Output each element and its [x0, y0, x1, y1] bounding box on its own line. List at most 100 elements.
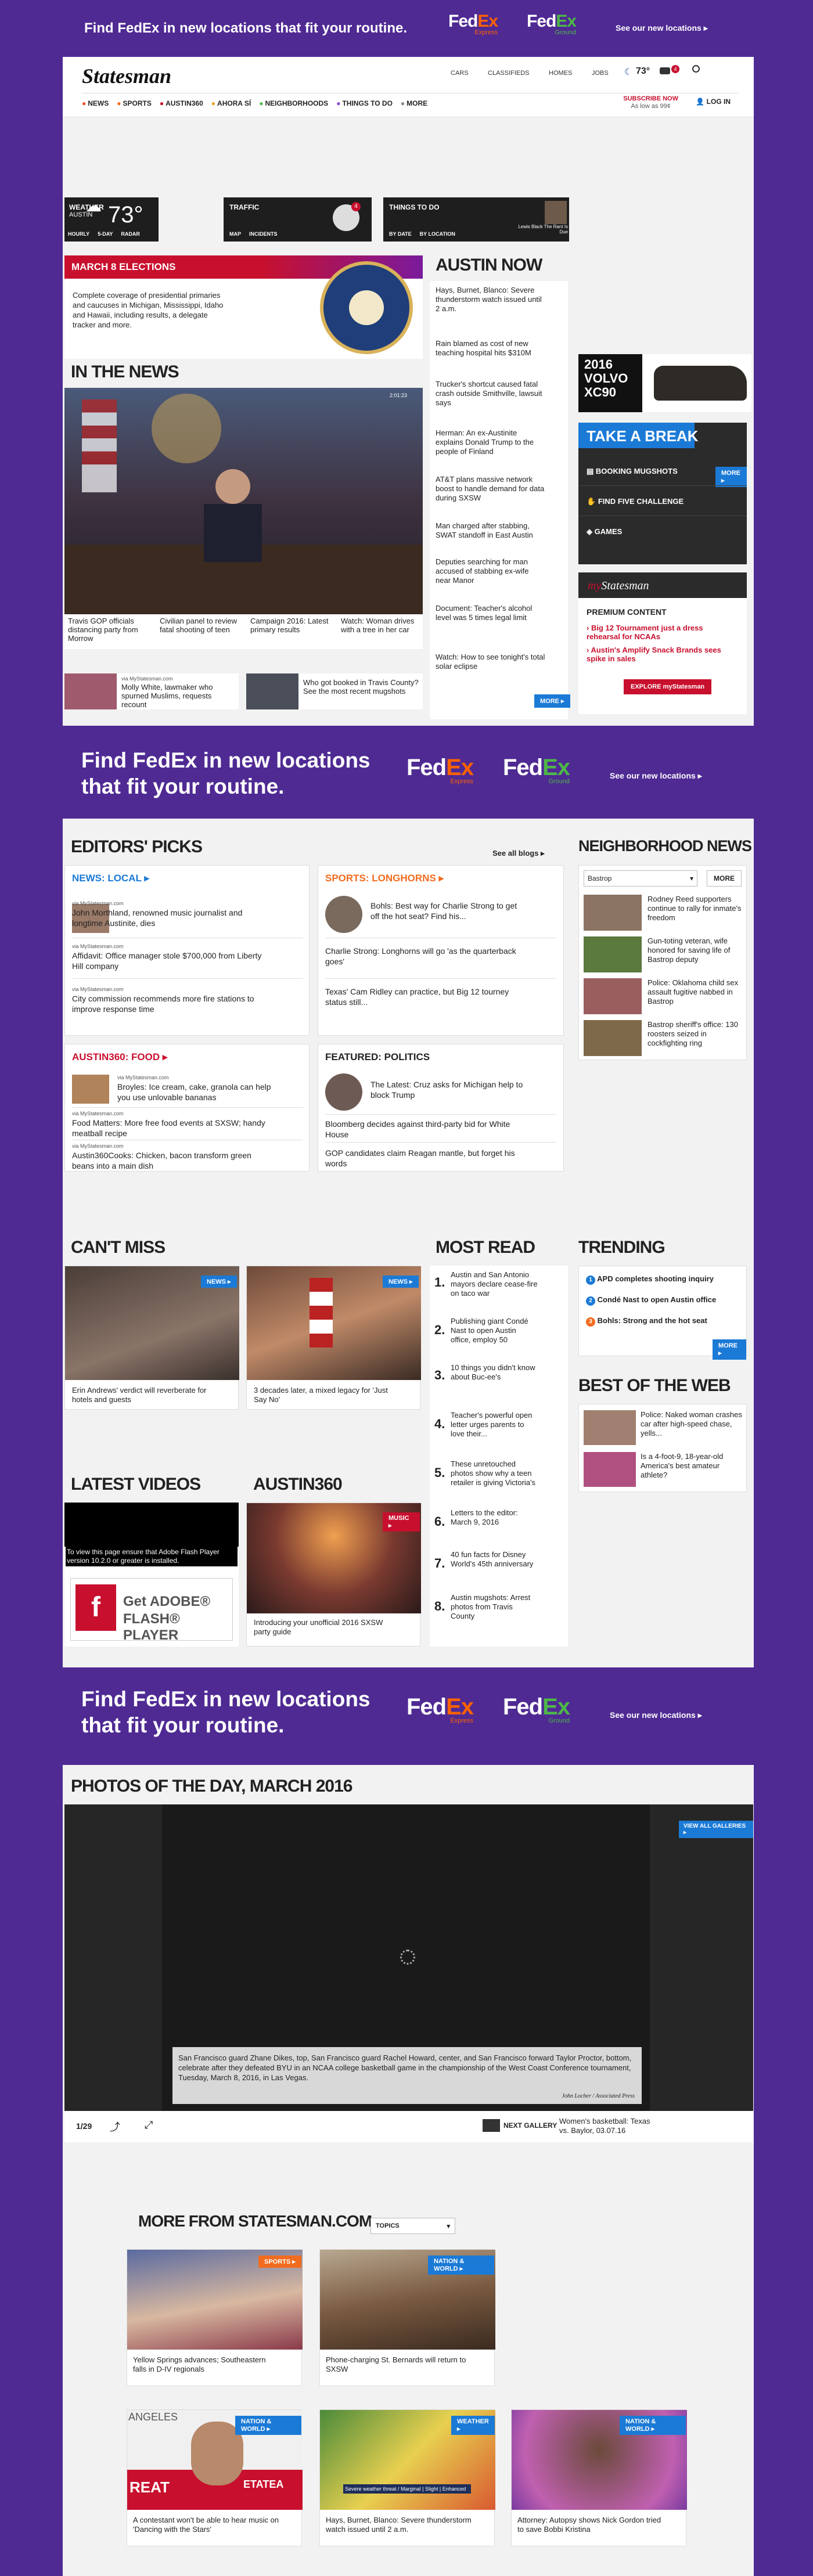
neighborhood-item[interactable]: Rodney Reed supporters continue to rally… [647, 895, 743, 923]
news-link[interactable]: Campaign 2016: Latest primary results [250, 617, 332, 634]
things-to-do-widget[interactable]: THINGS TO DO Lewis Black The Rant Is Due… [383, 197, 569, 242]
header-temp[interactable]: 73° [636, 66, 650, 77]
more-from-card[interactable]: NATION & WORLD ▸ Attorney: Autopsy shows… [511, 2409, 687, 2546]
most-read-item[interactable]: 40 fun facts for Disney World's 45th ann… [451, 1550, 538, 1569]
nav-sports[interactable]: ● SPORTS [117, 99, 152, 107]
austin360-food-title[interactable]: AUSTIN360: FOOD ▸ [72, 1051, 167, 1063]
most-read-item[interactable]: Austin mugshots: Arrest photos from Trav… [451, 1593, 538, 1621]
fedex-mid-banner-2[interactable]: Find FedEx in new locations that fit you… [0, 1672, 813, 1765]
austin-now-item[interactable]: Herman: An ex-Austinite explains Donald … [436, 428, 546, 456]
nav-more[interactable]: ● MORE [401, 99, 427, 107]
austin-now-item[interactable]: Man charged after stabbing, SWAT standof… [436, 521, 546, 540]
booking-mugshots-link[interactable]: ▤ BOOKING MUGSHOTS [587, 467, 678, 476]
cant-miss-card[interactable]: NEWS ▸ 3 decades later, a mixed legacy f… [246, 1266, 421, 1410]
neighborhood-item[interactable]: Police: Oklahoma child sex assault fugit… [647, 978, 743, 1006]
trending-item[interactable]: 3 Bohls: Strong and the hot seat [586, 1316, 707, 1327]
elections-banner[interactable]: MARCH 8 ELECTIONS Complete coverage of p… [64, 255, 423, 359]
share-icon[interactable]: ⤴ [110, 2119, 120, 2134]
most-read-item[interactable]: Publishing giant Condé Nast to open Aust… [451, 1317, 538, 1345]
fedex-cta-link[interactable]: See our new locations ▸ [610, 1710, 702, 1720]
austin-now-item[interactable]: Watch: How to see tonight's total solar … [436, 653, 546, 671]
pick-item[interactable]: Texas' Cam Ridley can practice, but Big … [325, 986, 523, 1007]
nav-news[interactable]: ● NEWS [82, 99, 109, 107]
most-read-item[interactable]: These unretouched photos show why a teen… [451, 1460, 538, 1487]
topnav-jobs[interactable]: JOBS [592, 70, 609, 77]
more-from-card[interactable]: Severe weather threat / Marginal | Sligh… [319, 2409, 495, 2546]
nav-austin360[interactable]: ● AUSTIN360 [160, 99, 203, 107]
austin-now-item[interactable]: Rain blamed as cost of new teaching hosp… [436, 339, 546, 358]
pick-item[interactable]: City commission recommends more fire sta… [72, 993, 269, 1014]
more-from-card[interactable]: NATION & WORLD ▸ Phone-charging St. Bern… [319, 2249, 495, 2386]
statesman-logo[interactable]: Statesman [82, 64, 171, 88]
volvo-ad[interactable]: 2016 VOLVO XC90 [578, 354, 751, 412]
more-from-card[interactable]: SPORTS ▸ Yellow Springs advances; Southe… [127, 2249, 303, 2386]
next-gallery-title[interactable]: Women's basketball: Texas vs. Baylor, 03… [559, 2117, 652, 2135]
games-link[interactable]: ◈ GAMES [587, 527, 622, 536]
nav-things-to-do[interactable]: ● THINGS TO DO [336, 99, 393, 107]
fedex-cta-link[interactable]: See our new locations ▸ [610, 771, 702, 781]
explore-mystatesman-button[interactable]: EXPLORE myStatesman [624, 679, 712, 694]
neighborhood-item[interactable]: Bastrop sheriff's office: 130 roosters s… [647, 1020, 743, 1048]
best-of-web-item[interactable]: Is a 4-foot-9, 18-year-old America's bes… [641, 1452, 743, 1480]
see-all-blogs-link[interactable]: See all blogs ▸ [492, 849, 545, 858]
premium-link[interactable]: › Austin's Amplify Snack Brands sees spi… [587, 646, 738, 663]
austin-now-item[interactable]: Hays, Burnet, Blanco: Severe thunderstor… [436, 286, 546, 314]
pick-item[interactable]: Austin360Cooks: Chicken, bacon transform… [72, 1150, 269, 1171]
traffic-tab-map[interactable]: MAP [229, 231, 241, 237]
fedex-mid-banner[interactable]: Find FedEx in new locations that fit you… [0, 726, 813, 819]
view-all-galleries-button[interactable]: VIEW ALL GALLERIES ▸ [679, 1821, 753, 1838]
weather-widget[interactable]: WEATHER AUSTIN ☁ 73° HOURLY 5-DAY RADAR [64, 197, 159, 242]
news-link[interactable]: Watch: Woman drives with a tree in her c… [341, 617, 416, 634]
topnav-cars[interactable]: CARS [451, 70, 469, 77]
take-a-break-more[interactable]: MORE ▸ [715, 467, 747, 487]
trending-item[interactable]: 1 APD completes shooting inquiry [586, 1274, 714, 1285]
austin-now-item[interactable]: AT&T plans massive network boost to hand… [436, 475, 546, 503]
get-flash-player-button[interactable]: f Get ADOBE® FLASH® PLAYER [70, 1578, 233, 1643]
more-from-card[interactable]: ANGELES REAT ETATEA NATION & WORLD ▸ A c… [127, 2409, 303, 2546]
find-five-link[interactable]: ✋ FIND FIVE CHALLENGE [587, 497, 684, 506]
neighborhood-item[interactable]: Gun-toting veteran, wife honored for sav… [647, 936, 743, 964]
weather-tab-radar[interactable]: RADAR [121, 231, 140, 237]
pick-item[interactable]: GOP candidates claim Reagan mantle, but … [325, 1148, 523, 1169]
pick-item[interactable]: The Latest: Cruz asks for Michigan help … [370, 1079, 527, 1100]
pick-item[interactable]: Bloomberg decides against third-party bi… [325, 1119, 523, 1140]
premium-link[interactable]: › Big 12 Tournament just a dress rehears… [587, 624, 738, 641]
weather-tab-hourly[interactable]: HOURLY [68, 231, 89, 237]
nav-ahora-si[interactable]: ● AHORA SÍ [211, 99, 251, 107]
mystatesman-logo[interactable]: myStatesman [588, 579, 649, 593]
nav-neighborhoods[interactable]: ● NEIGHBORHOODS [259, 99, 328, 107]
austin-now-item[interactable]: Trucker's shortcut caused fatal crash ou… [436, 380, 546, 408]
login-button[interactable]: 👤 LOG IN [696, 98, 731, 106]
ttd-tab-by-date[interactable]: BY DATE [389, 231, 412, 237]
fedex-top-banner[interactable]: Find FedEx in new locations that fit you… [0, 0, 813, 57]
video-player[interactable]: To view this page ensure that Adobe Flas… [64, 1503, 239, 1647]
pick-item[interactable]: Broyles: Ice cream, cake, granola can he… [117, 1082, 280, 1103]
most-read-item[interactable]: Austin and San Antonio mayors declare ce… [451, 1270, 538, 1298]
topnav-classifieds[interactable]: CLASSIFIEDS [488, 70, 530, 77]
austin-now-item[interactable]: Document: Teacher's alcohol level was 5 … [436, 604, 546, 622]
pick-item[interactable]: Bohls: Best way for Charlie Strong to ge… [370, 900, 527, 921]
topics-select[interactable]: TOPICS ▾ [370, 2218, 455, 2234]
austin360-card[interactable]: MUSIC ▸ Introducing your unofficial 2016… [246, 1503, 421, 1647]
sports-longhorns-title[interactable]: SPORTS: LONGHORNS ▸ [325, 873, 444, 884]
fedex-cta-link[interactable]: See our new locations ▸ [616, 23, 708, 33]
news-link[interactable]: Civilian panel to review fatal shooting … [160, 617, 241, 634]
subscribe-button[interactable]: SUBSCRIBE NOW As low as 99¢ [623, 95, 678, 110]
neighborhood-more-button[interactable]: MORE [707, 870, 742, 887]
search-icon[interactable] [692, 65, 700, 73]
news-lower-item[interactable]: Who got booked in Travis County? See the… [246, 673, 423, 709]
trending-item[interactable]: 2 Condé Nast to open Austin office [586, 1295, 716, 1306]
moon-icon[interactable]: ☾ [624, 66, 632, 78]
topnav-homes[interactable]: HOMES [549, 70, 572, 77]
pick-item[interactable]: Food Matters: More free food events at S… [72, 1118, 269, 1139]
pick-item[interactable]: Affidavit: Office manager stole $700,000… [72, 950, 269, 971]
most-read-item[interactable]: Teacher's powerful open letter urges par… [451, 1411, 538, 1439]
weather-tab-5day[interactable]: 5-DAY [98, 231, 113, 237]
news-link[interactable]: Travis GOP officials distancing party fr… [68, 617, 149, 643]
austin-now-more-button[interactable]: MORE ▸ [534, 694, 570, 708]
traffic-tab-incidents[interactable]: INCIDENTS [249, 231, 278, 237]
best-of-web-item[interactable]: Police: Naked woman crashes car after hi… [641, 1410, 743, 1438]
trending-more-button[interactable]: MORE ▸ [713, 1339, 746, 1360]
austin-now-item[interactable]: Deputies searching for man accused of st… [436, 557, 546, 585]
pick-item[interactable]: Charlie Strong: Longhorns will go 'as th… [325, 946, 523, 967]
